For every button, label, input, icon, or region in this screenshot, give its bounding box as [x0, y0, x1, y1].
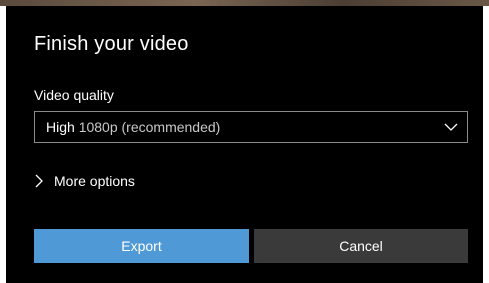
export-button-label: Export	[121, 238, 162, 254]
cancel-button-label: Cancel	[339, 238, 383, 254]
video-quality-value: High 1080p (recommended)	[46, 119, 220, 135]
video-quality-dropdown[interactable]: High 1080p (recommended)	[34, 111, 468, 143]
video-quality-label: Video quality	[34, 87, 114, 103]
finish-video-dialog: Finish your video Video quality High 108…	[6, 6, 483, 283]
more-options-toggle[interactable]: More options	[34, 170, 135, 192]
export-button[interactable]: Export	[34, 229, 249, 263]
more-options-label: More options	[54, 173, 135, 189]
cancel-button[interactable]: Cancel	[254, 229, 468, 263]
chevron-down-icon	[444, 123, 458, 131]
chevron-right-icon	[35, 174, 43, 188]
dialog-title: Finish your video	[34, 33, 189, 55]
quality-resolution-text: 1080p (recommended)	[78, 119, 221, 135]
quality-level-text: High	[46, 119, 75, 135]
